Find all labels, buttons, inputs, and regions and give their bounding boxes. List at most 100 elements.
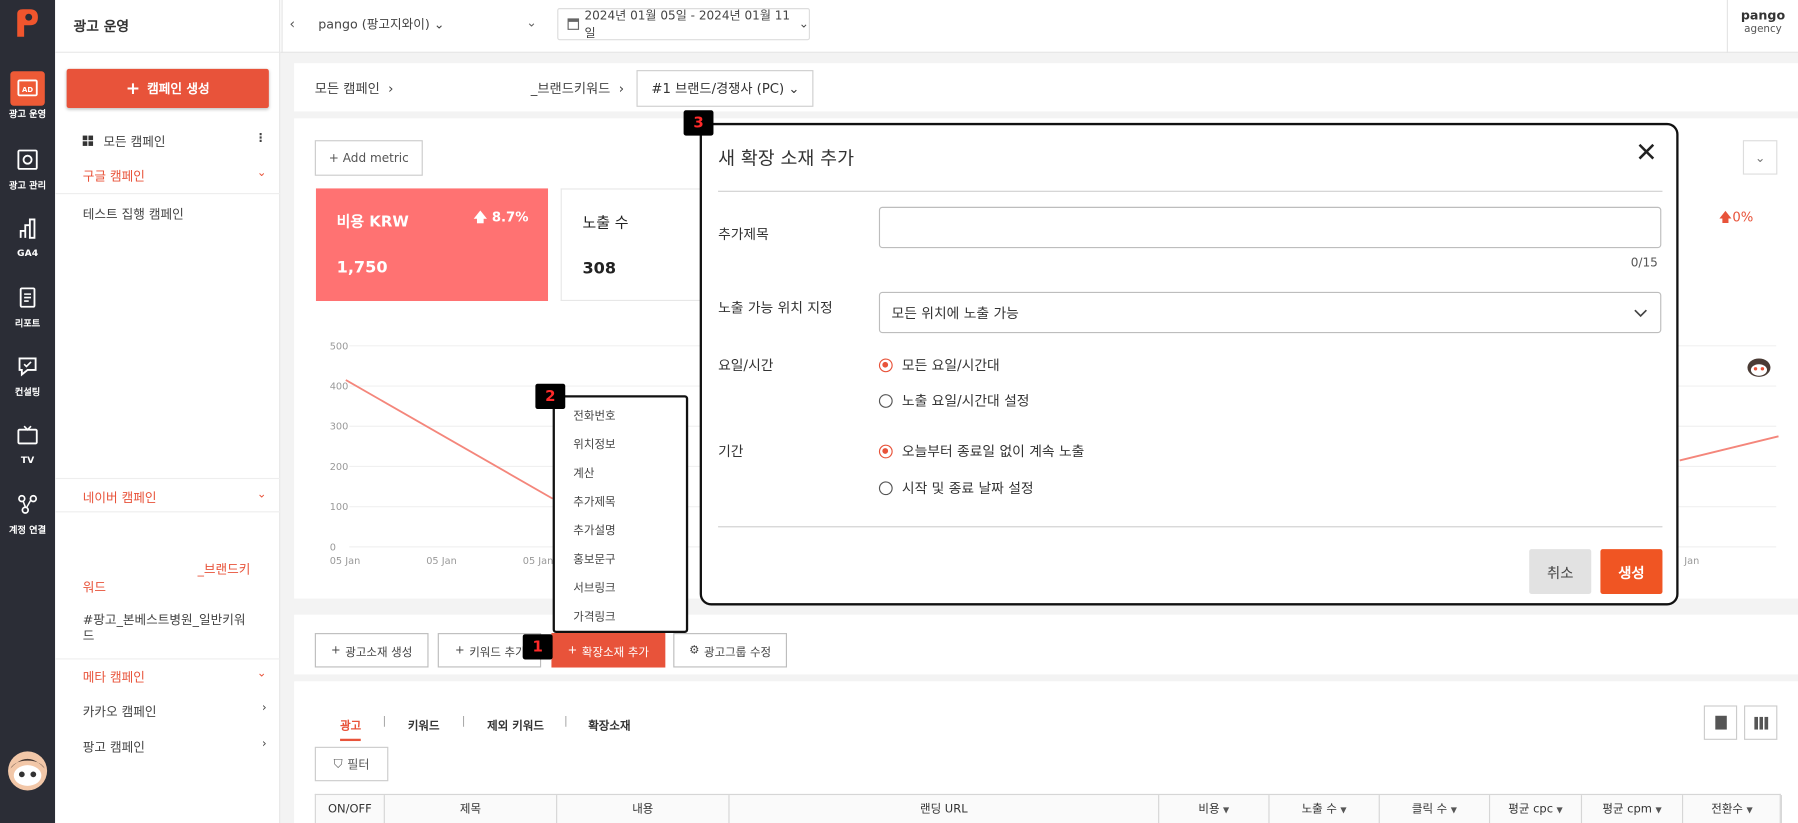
kpi-card-cost[interactable]: 비용 KRW 🡅 8.7% 1,750 [315, 188, 549, 302]
column-header-label: 평균 cpc [1508, 803, 1554, 816]
table-header: ON/OFF 제목 내용 랜딩 URL 비용 ▼ 노출 수 ▼ 클릭 수 ▼ 평균 cpc ▼ 평균 c… [314, 793, 1782, 823]
radio-label: 모든 요일/시간대 [901, 357, 1000, 374]
menu-item[interactable]: 계산 [555, 460, 686, 489]
campaign-sidebar: 광고 운영 + 캠페인 생성 모든 캠페인 ⋮ 구글 캠페인 ⌄ 테스트 집행 … [55, 0, 281, 823]
chevron-down-icon[interactable]: ⌄ [526, 15, 537, 30]
sidebar-item-brand-keyword[interactable]: _브랜드키 [55, 560, 280, 578]
extra-title-input[interactable] [878, 206, 1662, 249]
rail-item-ad-ops[interactable]: AD 광고 운영 [0, 71, 55, 120]
mascot-avatar[interactable] [6, 749, 50, 793]
rail-label: GA4 [17, 248, 39, 259]
agency-sub: agency [1744, 23, 1782, 36]
column-header-label: 비용 [1198, 803, 1220, 816]
agency-badge[interactable]: pango agency [1726, 0, 1798, 53]
adgroup-label: #1 브랜드/경쟁사 (PC) [651, 80, 785, 97]
collapse-button[interactable]: ⌄ [1742, 140, 1778, 175]
position-select[interactable]: 모든 위치에 노출 가능 [878, 291, 1662, 334]
date-range-picker[interactable]: 2024년 01월 05일 - 2024년 01월 11일 ⌄ [557, 8, 810, 40]
y-tick-label: 500 [330, 341, 349, 352]
series-line [1679, 435, 1779, 462]
chevron-down-icon [1634, 309, 1647, 318]
account-select[interactable]: pango (팡고지와이) ⌄ [318, 15, 444, 33]
chevron-right-icon: › [261, 737, 267, 751]
close-icon [1638, 143, 1655, 160]
sidebar-item-kakao[interactable]: 카카오 캠페인 › [55, 702, 280, 720]
column-header[interactable]: 평균 cpc ▼ [1490, 795, 1583, 823]
radio-all-days[interactable]: 모든 요일/시간대 [878, 355, 1000, 375]
menu-item[interactable]: 추가제목 [555, 488, 686, 517]
kpi-change: 🡅 8.7% [474, 209, 529, 231]
sort-icon: ▼ [1556, 805, 1563, 815]
divider [718, 526, 1663, 528]
create-button[interactable]: 생성 [1600, 549, 1663, 594]
create-ad-button[interactable]: + 광고소재 생성 [314, 633, 429, 668]
sidebar-item-google[interactable]: 구글 캠페인 ⌄ [55, 167, 281, 195]
create-campaign-button[interactable]: + 캠페인 생성 [66, 68, 269, 108]
menu-item[interactable]: 추가설명 [555, 517, 686, 546]
sidebar-item-pango[interactable]: 팡고 캠페인 › [55, 738, 280, 756]
tab-keywords[interactable]: 키워드 [408, 716, 440, 733]
radio-date-range[interactable]: 시작 및 종료 날짜 설정 [878, 478, 1034, 498]
tab-separator: | [461, 715, 466, 728]
rail-item-ga4[interactable]: GA4 [0, 211, 55, 259]
sidebar-item-naver[interactable]: 네이버 캠페인 ⌄ [55, 477, 281, 513]
radio-custom-days[interactable]: 노출 요일/시간대 설정 [878, 391, 1029, 411]
rail-item-ad-manage[interactable]: 광고 관리 [0, 142, 55, 191]
chevron-right-icon: › [261, 701, 267, 715]
sidebar-item-general-keyword[interactable]: #팡고_본베스트병원_일반키워드 [55, 612, 256, 645]
radio-no-end-date[interactable]: 오늘부터 종료일 없이 계속 노출 [878, 441, 1084, 461]
column-header-label: 클릭 수 [1411, 803, 1448, 816]
table-section: 광고 | 키워드 | 제외 키워드 | 확장소재 ⛉ 필터 ON/OFF 제목 내용 랜… [294, 681, 1798, 823]
rail-label: 리포트 [14, 318, 41, 329]
edit-adgroup-button[interactable]: ⚙ 광고그룹 수정 [673, 633, 787, 668]
column-header[interactable]: 클릭 수 ▼ [1380, 795, 1491, 823]
y-tick-label: 0 [330, 542, 336, 553]
more-vertical-icon[interactable]: ⋮ [255, 132, 266, 145]
tab-extensions[interactable]: 확장소재 [588, 716, 630, 733]
account-name: pango (팡고지와이) [318, 17, 430, 33]
breadcrumb-campaign[interactable]: _브랜드키워드 › [531, 79, 624, 97]
menu-item[interactable]: 홍보문구 [555, 546, 686, 575]
tab-ads[interactable]: 광고 [340, 716, 362, 742]
column-header[interactable]: 전환수 ▼ [1683, 795, 1782, 823]
columns-button[interactable] [1744, 705, 1778, 740]
y-tick-label: 100 [330, 502, 349, 513]
column-header[interactable]: 평균 cpm ▼ [1582, 795, 1684, 823]
column-header[interactable]: 노출 수 ▼ [1270, 795, 1380, 823]
x-tick-label: 05 Jan [523, 556, 554, 566]
menu-item[interactable]: 전화번호 [555, 402, 686, 431]
adgroup-select[interactable]: #1 브랜드/경쟁사 (PC) ⌄ [636, 70, 814, 107]
breadcrumb-all[interactable]: 모든 캠페인 › [315, 79, 394, 97]
rail-item-consulting[interactable]: 컨설팅 [0, 349, 55, 398]
pango-logo[interactable] [14, 7, 42, 39]
date-range-text: 2024년 01월 05일 - 2024년 01월 11일 [584, 9, 791, 41]
rail-item-tv[interactable]: TV [0, 418, 55, 465]
sidebar-item-test-campaign[interactable]: 테스트 집행 캠페인 [55, 205, 280, 223]
sidebar-item-label: 모든 캠페인 [103, 134, 166, 150]
tab-excluded-keywords[interactable]: 제외 키워드 [487, 716, 544, 733]
rail-item-report[interactable]: 리포트 [0, 280, 55, 329]
add-metric-button[interactable]: + Add metric [314, 140, 423, 176]
filter-button[interactable]: ⛉ 필터 [314, 746, 389, 782]
sidebar-item-meta[interactable]: 메타 캠페인 ⌄ [55, 658, 281, 690]
download-button[interactable] [1703, 705, 1738, 740]
consulting-icon [18, 357, 37, 377]
column-header-label: ON/OFF [327, 803, 372, 816]
button-label: 확장소재 추가 [581, 646, 650, 659]
chevron-left-icon[interactable]: ‹ [290, 16, 296, 32]
menu-item[interactable]: 가격링크 [555, 603, 686, 632]
menu-item[interactable]: 위치정보 [555, 431, 686, 460]
column-header[interactable]: 비용 ▼ [1159, 795, 1270, 823]
sidebar-item-all-campaigns[interactable]: 모든 캠페인 ⋮ [55, 132, 280, 150]
analytics-icon [19, 218, 36, 239]
kpi-card-impressions[interactable]: 노출 수 308 [560, 188, 711, 302]
plus-icon: + [125, 78, 141, 99]
add-extension-button[interactable]: + 확장소재 추가 [551, 633, 666, 668]
kpi-value: 308 [582, 259, 617, 279]
close-button[interactable] [1633, 138, 1661, 166]
rail-item-connect[interactable]: 계정 연결 [0, 487, 55, 536]
sidebar-item-brand-keyword-cont: 워드 [55, 578, 280, 596]
menu-item[interactable]: 서브링크 [555, 574, 686, 603]
columns-icon [1753, 716, 1768, 729]
cancel-button[interactable]: 취소 [1529, 549, 1592, 594]
